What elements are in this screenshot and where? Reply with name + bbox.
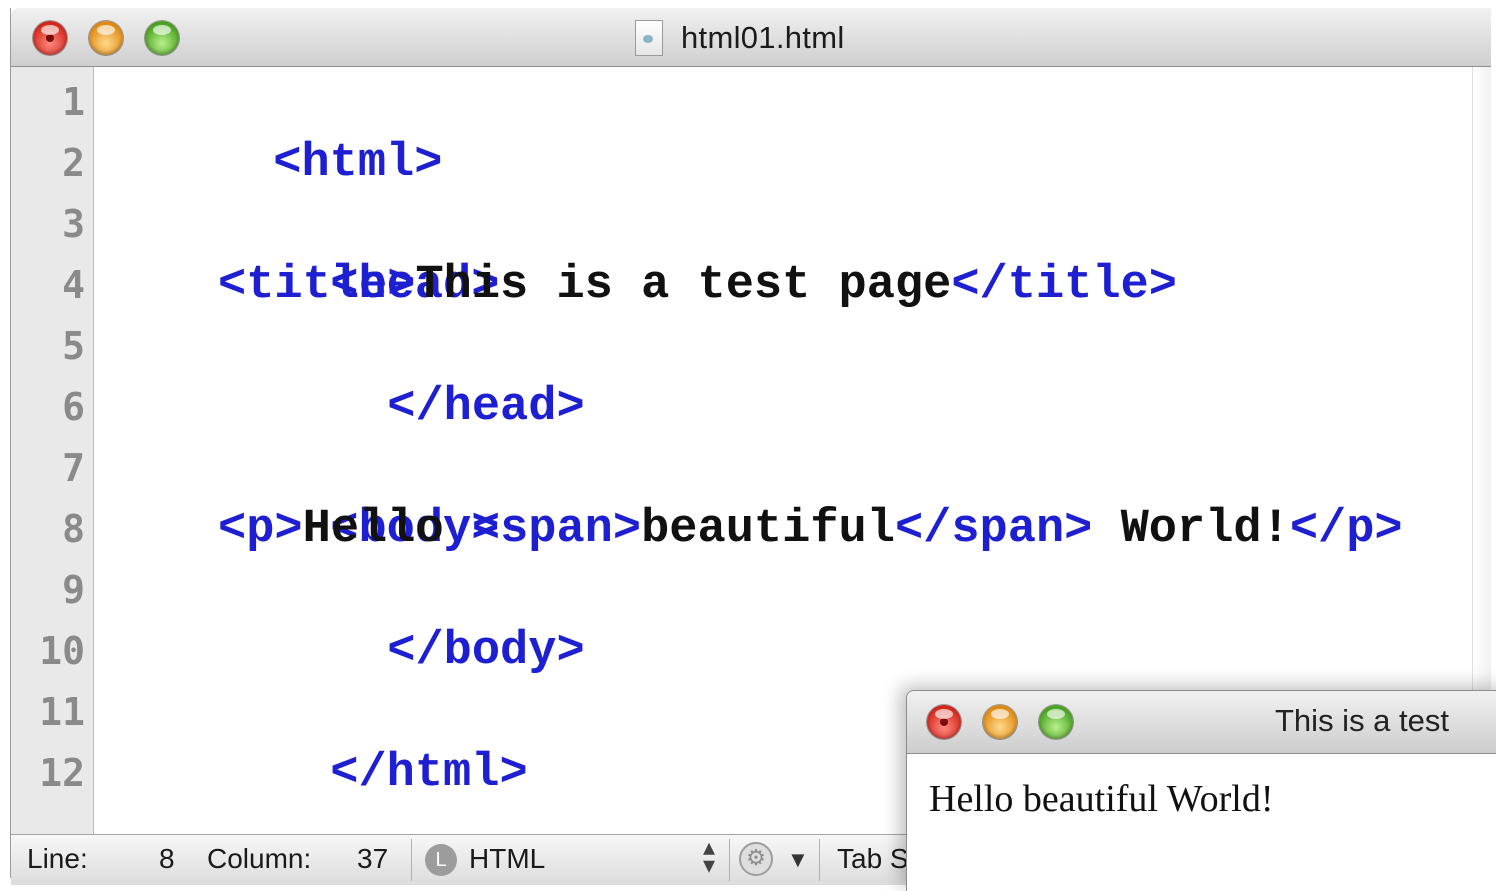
line-number: 1 xyxy=(62,80,85,124)
separator xyxy=(729,839,730,881)
line-number: 11 xyxy=(39,690,85,734)
line-number: 10 xyxy=(39,629,85,673)
line-number: 4 xyxy=(62,263,85,307)
dropdown-triangle-icon[interactable]: ▼ xyxy=(787,847,809,873)
browser-close-button[interactable] xyxy=(927,705,961,739)
line-number: 2 xyxy=(62,141,85,185)
line-number: 7 xyxy=(62,446,85,490)
line-number: 12 xyxy=(39,751,85,795)
code-line[interactable]: <html> xyxy=(104,72,442,190)
editor-titlebar: html01.html xyxy=(11,8,1491,67)
span-open-tag: <span> xyxy=(471,503,642,556)
line-number: 9 xyxy=(62,568,85,612)
line-number: 5 xyxy=(62,324,85,368)
browser-page-text: Hello beautiful World! xyxy=(929,778,1274,820)
updown-arrows-icon[interactable]: ▴ ▾ xyxy=(703,836,715,878)
line-value: 8 xyxy=(159,843,175,874)
html-open-tag: <html> xyxy=(273,137,443,190)
separator xyxy=(411,839,412,881)
browser-titlebar: This is a test xyxy=(907,691,1496,754)
window-title: html01.html xyxy=(681,20,845,55)
title-close-tag: </title> xyxy=(951,259,1177,312)
p-close-tag: </p> xyxy=(1289,503,1403,556)
code-line[interactable]: <p>Hello <span>beautiful</span> World!</… xyxy=(218,499,1403,560)
browser-window: This is a test Hello beautiful World! xyxy=(906,690,1496,891)
code-text: beautiful xyxy=(641,503,895,556)
gear-icon[interactable]: ⚙ xyxy=(739,842,773,876)
language-selector[interactable]: HTML xyxy=(469,843,545,875)
line-number: 3 xyxy=(62,202,85,246)
line-label: Line: xyxy=(27,843,88,874)
title-text: This is a test page xyxy=(415,259,952,312)
line-number-gutter: 1 2 3 4 5 6 7 8 9 10 11 12 xyxy=(11,67,94,837)
body-close-tag: </body> xyxy=(387,625,585,678)
minimize-button[interactable] xyxy=(89,21,123,55)
browser-title: This is a test xyxy=(1275,703,1449,738)
browser-minimize-button[interactable] xyxy=(983,705,1017,739)
column-value: 37 xyxy=(357,843,389,874)
title-open-tag: <title> xyxy=(218,259,416,312)
close-button[interactable] xyxy=(33,21,67,55)
tab-size-selector[interactable]: Tab S xyxy=(837,843,909,875)
separator xyxy=(819,839,820,881)
line-number: 6 xyxy=(62,385,85,429)
code-line[interactable]: <title>This is a test page</title> xyxy=(218,255,1177,316)
window-title-group: html01.html xyxy=(635,18,845,58)
line-number: 8 xyxy=(62,507,85,551)
browser-zoom-button[interactable] xyxy=(1039,705,1073,739)
code-text: World! xyxy=(1092,503,1290,556)
code-line[interactable]: <head> xyxy=(161,194,499,312)
code-text: Hello xyxy=(302,503,472,556)
span-close-tag: </span> xyxy=(894,503,1093,556)
language-icon: L xyxy=(425,844,457,876)
head-close-tag: </head> xyxy=(387,381,585,434)
document-icon[interactable] xyxy=(635,20,663,56)
code-line[interactable]: <body> xyxy=(161,438,499,556)
html-close-tag: </html> xyxy=(330,747,528,800)
code-line[interactable]: </head> xyxy=(218,316,584,434)
column-label: Column: xyxy=(207,843,312,874)
code-line[interactable]: </html> xyxy=(161,682,527,800)
code-line[interactable]: </body> xyxy=(218,560,584,678)
p-open-tag: <p> xyxy=(218,503,303,556)
zoom-button[interactable] xyxy=(145,21,179,55)
